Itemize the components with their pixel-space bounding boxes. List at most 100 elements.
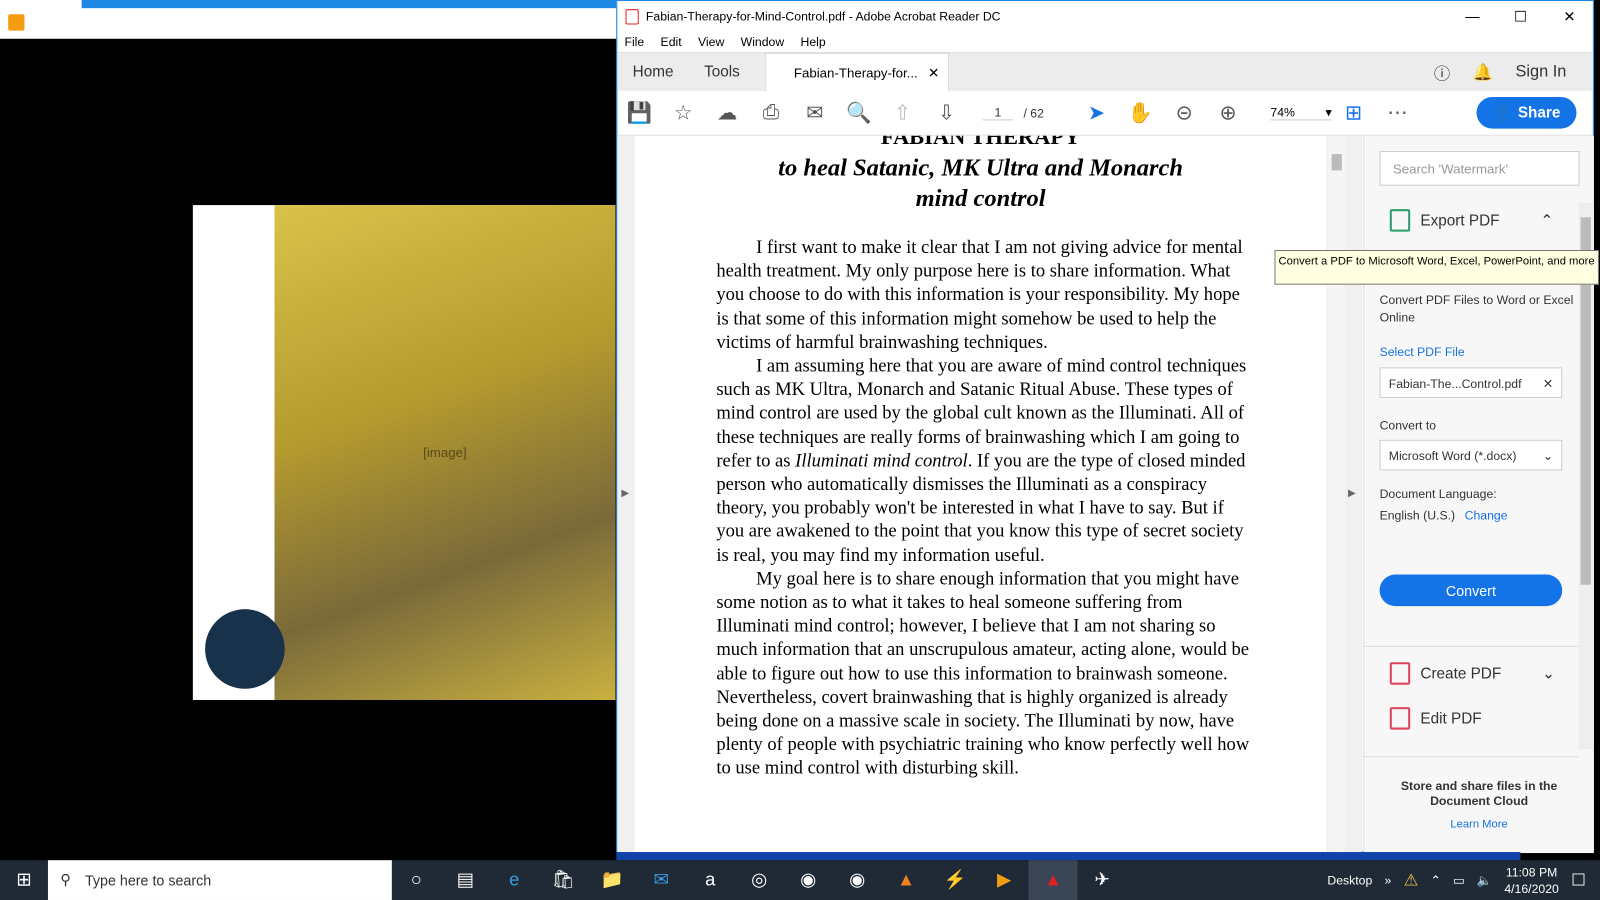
vlc-icon[interactable]: ▲ bbox=[882, 869, 931, 890]
action-center-icon[interactable]: ☐ bbox=[1571, 870, 1586, 890]
zoom-level-dropdown[interactable]: 74% ▾ bbox=[1270, 105, 1332, 121]
close-button[interactable]: ✕ bbox=[1546, 1, 1593, 32]
notification-bell-icon[interactable]: 🔔 bbox=[1473, 62, 1493, 82]
export-pdf-icon bbox=[1389, 209, 1411, 232]
title-bar: Fabian-Therapy-for-Mind-Control.pdf - Ad… bbox=[617, 1, 1593, 32]
zoom-out-icon[interactable]: ⊝ bbox=[1162, 100, 1206, 126]
show-hidden-icons-icon[interactable]: ⌃ bbox=[1431, 873, 1441, 887]
next-page-icon[interactable]: ⇩ bbox=[924, 100, 968, 126]
menu-view[interactable]: View bbox=[698, 35, 724, 49]
learn-more-link[interactable]: Learn More bbox=[1390, 818, 1569, 830]
more-options-icon[interactable]: ⋯ bbox=[1376, 100, 1420, 126]
fit-page-icon[interactable]: ⊞ bbox=[1332, 100, 1376, 126]
search-zoom-icon[interactable]: 🔍 bbox=[837, 100, 881, 126]
search-icon: ⚲ bbox=[60, 871, 71, 888]
change-language-link[interactable]: Change bbox=[1465, 508, 1508, 522]
upload-cloud-icon[interactable]: ☁ bbox=[705, 100, 749, 126]
cortana-icon[interactable]: ○ bbox=[392, 869, 441, 890]
edge-icon[interactable]: e bbox=[490, 869, 539, 890]
background-window-titlebar bbox=[0, 0, 617, 39]
network-icon[interactable]: ▭ bbox=[1453, 873, 1465, 887]
document-subtitle-1: to heal Satanic, MK Ultra and Monarch bbox=[778, 155, 1184, 182]
media-app-icon[interactable]: ◉ bbox=[784, 869, 833, 890]
windows-start-icon[interactable]: ⊞ bbox=[0, 869, 48, 890]
print-icon[interactable]: ⎙ bbox=[749, 101, 793, 124]
select-cursor-icon[interactable]: ➤ bbox=[1074, 100, 1118, 126]
export-pdf-label: Export PDF bbox=[1420, 211, 1500, 230]
desktop-toolbar[interactable]: Desktop bbox=[1327, 873, 1372, 887]
zoom-in-icon[interactable]: ⊕ bbox=[1206, 100, 1250, 126]
file-explorer-icon[interactable]: 📁 bbox=[588, 869, 637, 890]
tools-pane-scrollbar[interactable] bbox=[1578, 203, 1593, 749]
task-view-icon[interactable]: ▤ bbox=[441, 869, 490, 890]
app-icon[interactable]: ⚡ bbox=[931, 869, 980, 890]
edit-pdf-label: Edit PDF bbox=[1420, 709, 1482, 728]
store-icon[interactable]: 🛍 bbox=[539, 869, 588, 890]
maximize-button[interactable]: ☐ bbox=[1497, 1, 1544, 32]
chevron-right-icon[interactable]: » bbox=[1385, 873, 1392, 887]
page-number-input[interactable]: 1 bbox=[982, 105, 1014, 121]
select-pdf-file-link[interactable]: Select PDF File bbox=[1380, 345, 1465, 359]
left-panel-toggle-icon[interactable]: ▶ bbox=[621, 488, 629, 499]
document-subtitle-2: mind control bbox=[915, 185, 1046, 213]
date: 4/16/2020 bbox=[1504, 881, 1559, 896]
media-player-icon[interactable] bbox=[8, 14, 25, 31]
acrobat-taskbar-icon[interactable]: ▲ bbox=[1028, 860, 1078, 900]
remove-file-icon[interactable]: ✕ bbox=[1543, 377, 1553, 391]
tab-tools[interactable]: Tools bbox=[689, 63, 755, 80]
share-button[interactable]: 👤 Share bbox=[1476, 96, 1577, 129]
paragraph: My goal here is to share enough informat… bbox=[716, 568, 1250, 779]
search-placeholder: Type here to search bbox=[84, 871, 212, 889]
background-image-window: [image] bbox=[192, 205, 616, 700]
minimize-button[interactable]: — bbox=[1449, 1, 1496, 32]
document-language-label: Document Language: bbox=[1379, 486, 1497, 502]
menu-window[interactable]: Window bbox=[741, 35, 785, 49]
divider bbox=[1364, 756, 1579, 758]
right-panel-toggle-icon[interactable]: ▶ bbox=[1348, 488, 1356, 499]
volume-icon[interactable]: 🔈 bbox=[1477, 873, 1492, 887]
create-pdf-tool[interactable]: Create PDF ⌄ bbox=[1389, 662, 1555, 685]
clock[interactable]: 11:08 PM 4/16/2020 bbox=[1504, 864, 1558, 897]
document-scrollbar[interactable] bbox=[1328, 135, 1345, 854]
menu-file[interactable]: File bbox=[624, 35, 644, 49]
save-icon[interactable]: 💾 bbox=[617, 100, 661, 126]
convert-button[interactable]: Convert bbox=[1379, 574, 1563, 607]
hand-tool-icon[interactable]: ✋ bbox=[1118, 100, 1162, 126]
convert-to-dropdown[interactable]: Microsoft Word (*.docx) ⌄ bbox=[1379, 439, 1563, 471]
close-tab-icon[interactable]: ✕ bbox=[928, 65, 939, 81]
menu-edit[interactable]: Edit bbox=[661, 35, 682, 49]
document-language-row: English (U.S.) Change bbox=[1380, 508, 1508, 522]
convert-to-label: Convert to bbox=[1379, 418, 1437, 433]
file-name: Fabian-The...Control.pdf bbox=[1388, 376, 1522, 391]
tripadvisor-icon[interactable]: ◎ bbox=[735, 869, 784, 890]
create-pdf-icon bbox=[1389, 662, 1411, 685]
chevron-up-icon: ⌃ bbox=[1540, 212, 1554, 230]
tab-document[interactable]: Fabian-Therapy-for... ✕ bbox=[765, 53, 949, 92]
tools-search-input[interactable]: Search 'Watermark' bbox=[1379, 151, 1580, 186]
bookmark-star-icon[interactable]: ☆ bbox=[661, 100, 705, 126]
document-language-value: English (U.S.) bbox=[1379, 508, 1456, 523]
sign-in-button[interactable]: Sign In bbox=[1515, 63, 1566, 81]
help-icon[interactable]: ⓘ bbox=[1434, 60, 1450, 84]
app-icon[interactable]: ✈ bbox=[1078, 869, 1127, 890]
amazon-icon[interactable]: a bbox=[686, 869, 735, 890]
acrobat-window: Fabian-Therapy-for-Mind-Control.pdf - Ad… bbox=[616, 0, 1594, 854]
scroll-thumb[interactable] bbox=[1331, 154, 1342, 171]
menu-help[interactable]: Help bbox=[801, 35, 826, 49]
watermark-logo bbox=[205, 609, 285, 689]
mail-icon[interactable]: ✉ bbox=[637, 869, 686, 890]
media-player-icon[interactable]: ▶ bbox=[980, 869, 1029, 890]
chrome-icon[interactable]: ◉ bbox=[833, 869, 882, 890]
edit-pdf-tool[interactable]: Edit PDF bbox=[1389, 707, 1482, 730]
warning-icon[interactable]: ⚠ bbox=[1404, 870, 1419, 890]
tab-home[interactable]: Home bbox=[617, 63, 688, 80]
tab-document-label: Fabian-Therapy-for... bbox=[793, 65, 918, 81]
document-heading: FABIAN THERAPY bbox=[880, 135, 1081, 149]
paragraph: I am assuming here that you are aware of… bbox=[716, 354, 1252, 567]
taskbar-search-input[interactable]: ⚲ Type here to search bbox=[47, 860, 392, 900]
previous-page-icon[interactable]: ⇧ bbox=[881, 100, 925, 126]
pdf-page: FABIAN THERAPY to heal Satanic, MK Ultra… bbox=[634, 135, 1327, 854]
cloud-promo-text: Store and share files in the Document Cl… bbox=[1400, 778, 1558, 809]
export-pdf-header[interactable]: Export PDF ⌃ bbox=[1389, 209, 1554, 232]
email-icon[interactable]: ✉ bbox=[793, 100, 837, 126]
